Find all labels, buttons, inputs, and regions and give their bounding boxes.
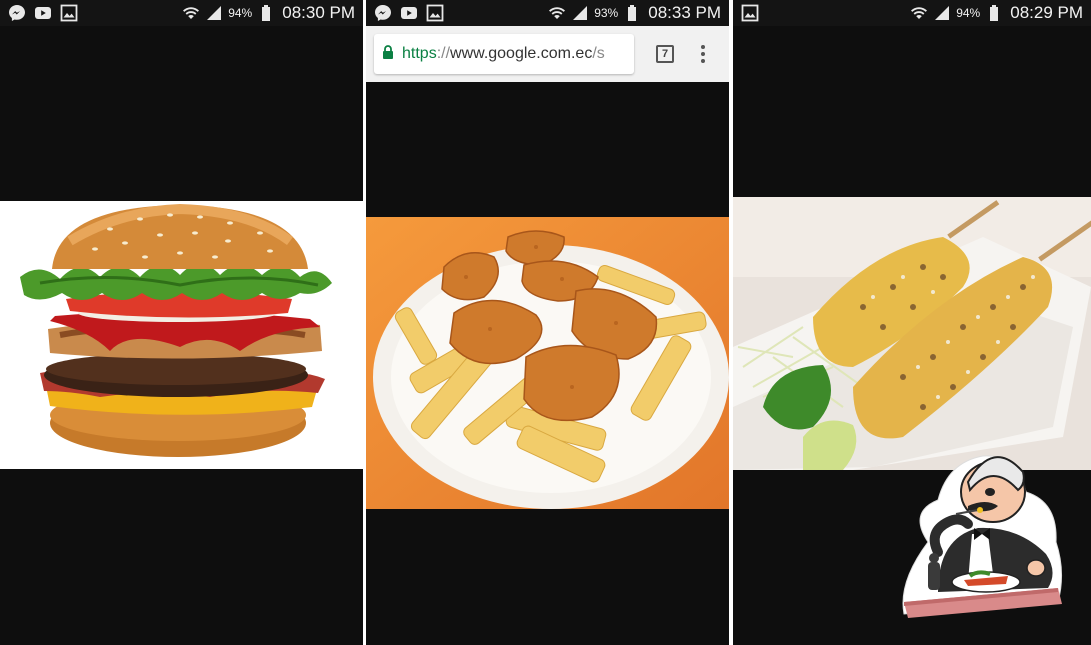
wifi-icon [548, 4, 566, 22]
burger-image [0, 201, 363, 469]
status-clock: 08:33 PM [648, 3, 721, 22]
address-bar[interactable]: https://www.google.com.ec/s [374, 34, 634, 74]
messenger-icon [374, 4, 392, 22]
screenshot-panel-1: 94% 08:30 PM [0, 0, 363, 645]
nuggets-and-fries-image [366, 217, 729, 509]
url-text: https://www.google.com.ec/s [402, 45, 605, 62]
lock-icon [382, 44, 394, 64]
gallery-icon [60, 4, 78, 22]
status-bar: 94% 08:30 PM [0, 0, 363, 26]
youtube-icon [34, 4, 52, 22]
battery-percentage: 94% [956, 6, 981, 20]
status-bar: 94% 08:29 PM [733, 0, 1091, 26]
battery-icon [623, 4, 641, 22]
signal-icon [205, 4, 223, 22]
gallery-icon [741, 4, 759, 22]
status-bar: 93% 08:33 PM [366, 0, 729, 26]
tab-switcher-button[interactable]: 7 [656, 45, 674, 63]
overflow-menu-icon[interactable] [698, 45, 708, 63]
wifi-icon [182, 4, 200, 22]
battery-percentage: 94% [228, 6, 253, 20]
signal-icon [571, 4, 589, 22]
youtube-icon [400, 4, 418, 22]
status-clock: 08:29 PM [1010, 3, 1083, 22]
messenger-icon [8, 4, 26, 22]
browser-toolbar: https://www.google.com.ec/s 7 [366, 26, 729, 82]
screenshot-panel-2: 93% 08:33 PM https://www.google.com.ec/s… [366, 0, 729, 645]
grilled-corn-image [733, 197, 1091, 470]
status-clock: 08:30 PM [282, 3, 355, 22]
battery-icon [257, 4, 275, 22]
signal-icon [933, 4, 951, 22]
wifi-icon [910, 4, 928, 22]
chef-mascot-sticker [898, 442, 1068, 622]
battery-percentage: 93% [594, 6, 619, 20]
battery-icon [985, 4, 1003, 22]
gallery-icon [426, 4, 444, 22]
